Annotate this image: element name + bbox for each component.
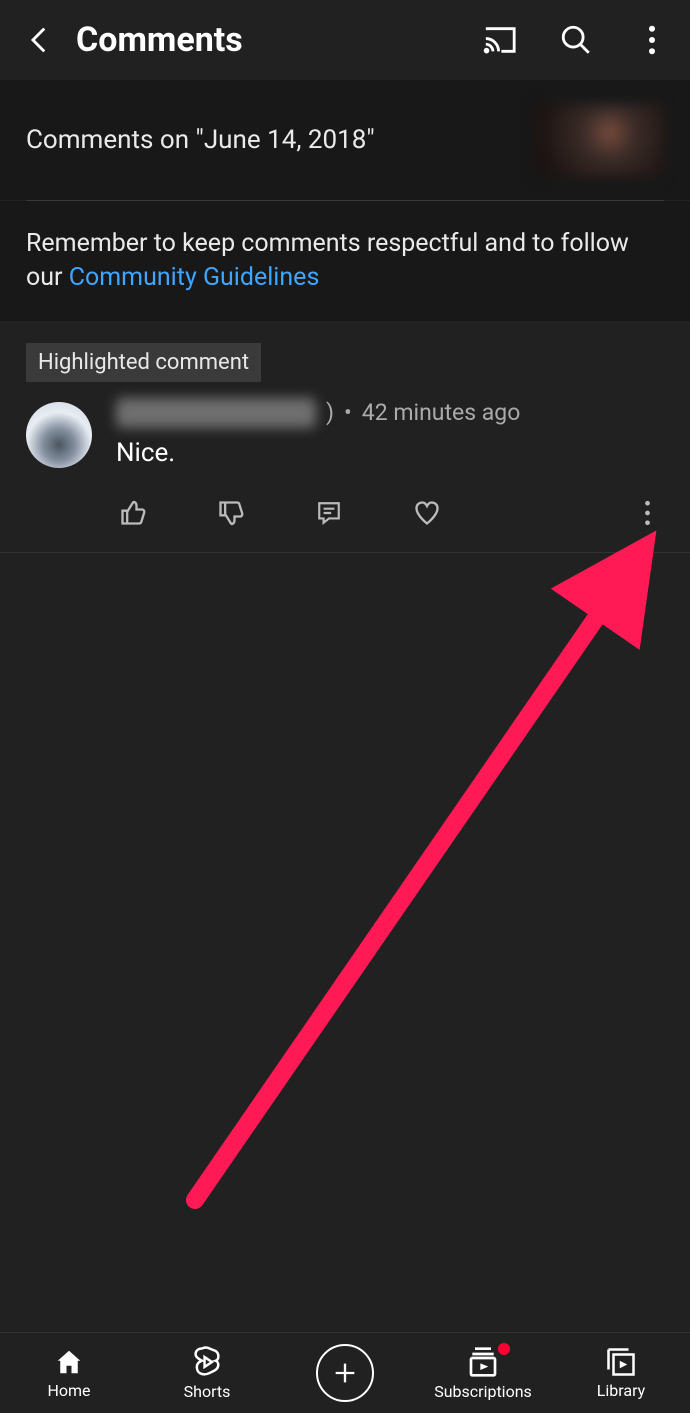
comment-text: Nice. — [116, 438, 664, 468]
guidelines-notice: Remember to keep comments respectful and… — [0, 201, 690, 321]
community-guidelines-link[interactable]: Community Guidelines — [69, 263, 320, 292]
heart-button[interactable] — [410, 496, 444, 530]
nav-label: Shorts — [184, 1382, 231, 1401]
dislike-button[interactable] — [214, 496, 248, 530]
bullet: • — [344, 399, 352, 426]
comment-meta: ) • 42 minutes ago — [116, 398, 664, 428]
like-button[interactable] — [116, 496, 150, 530]
plus-icon — [316, 1344, 374, 1402]
bottom-nav: Home Shorts Subscriptions Library — [0, 1332, 690, 1413]
reply-button[interactable] — [312, 496, 346, 530]
notification-dot — [498, 1343, 510, 1355]
more-icon[interactable] — [632, 20, 672, 60]
page-title: Comments — [76, 20, 480, 60]
comment-row: ) • 42 minutes ago Nice. — [0, 392, 690, 552]
commenter-name[interactable] — [116, 398, 316, 428]
comment-more-icon[interactable] — [630, 496, 664, 530]
nav-label: Library — [597, 1381, 645, 1400]
nav-home[interactable]: Home — [0, 1333, 138, 1413]
paren-close: ) — [326, 399, 334, 426]
nav-label: Home — [47, 1381, 90, 1400]
top-app-bar: Comments — [0, 0, 690, 80]
cast-icon[interactable] — [480, 20, 520, 60]
comment-timestamp: 42 minutes ago — [362, 399, 521, 426]
nav-create[interactable] — [276, 1333, 414, 1413]
nav-library[interactable]: Library — [552, 1333, 690, 1413]
video-thumbnail[interactable] — [534, 104, 664, 176]
back-button[interactable] — [18, 18, 62, 62]
video-header: Comments on "June 14, 2018" — [26, 80, 664, 200]
search-icon[interactable] — [556, 20, 596, 60]
empty-area — [0, 553, 690, 1333]
nav-shorts[interactable]: Shorts — [138, 1333, 276, 1413]
avatar[interactable] — [26, 402, 92, 468]
nav-label: Subscriptions — [434, 1382, 532, 1401]
nav-subscriptions[interactable]: Subscriptions — [414, 1333, 552, 1413]
highlighted-badge: Highlighted comment — [26, 343, 261, 382]
video-title: Comments on "June 14, 2018" — [26, 125, 375, 155]
